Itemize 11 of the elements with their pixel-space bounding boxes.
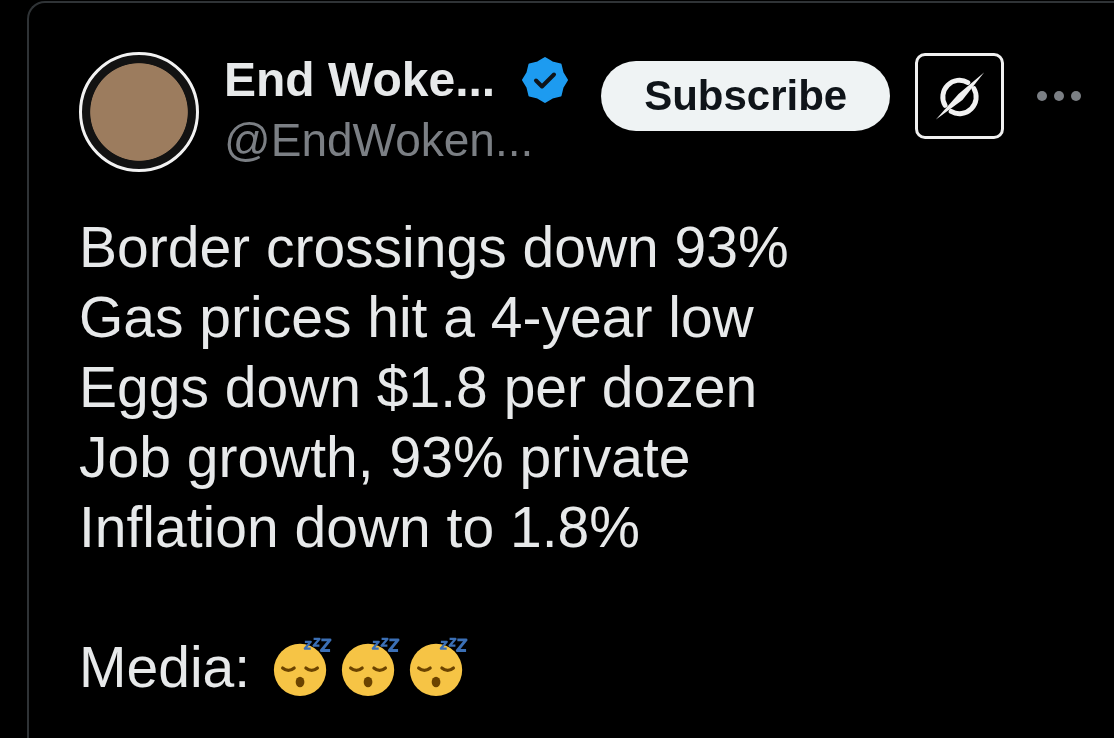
post-text: Inflation down to 1.8% <box>79 494 641 561</box>
post-text: Eggs down $1.8 per dozen <box>79 354 759 421</box>
author-name: End Woke... <box>224 54 496 106</box>
post-text: Media: <box>79 634 251 701</box>
post-text: Job growth, 93% private <box>79 424 692 491</box>
author-handle: @EndWoken... <box>224 114 535 166</box>
post-text: Gas prices hit a 4-year low <box>79 284 755 351</box>
more-icon[interactable] <box>1037 91 1082 101</box>
post-text: Border crossings down 93% <box>79 214 790 281</box>
subscribe-button[interactable]: Subscribe <box>601 61 891 131</box>
circle-slash-button[interactable] <box>915 53 1005 139</box>
